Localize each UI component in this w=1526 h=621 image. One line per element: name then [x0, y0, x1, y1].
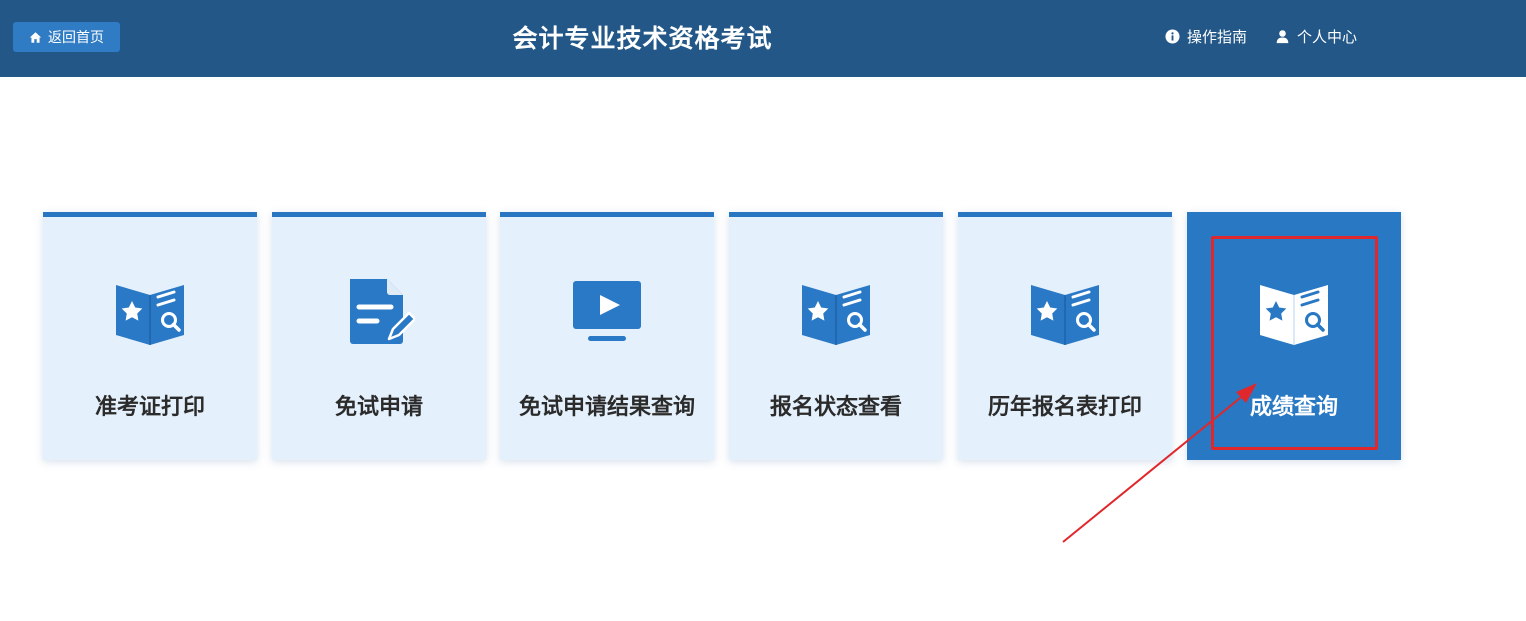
user-center-link[interactable]: 个人中心: [1275, 24, 1357, 48]
document-edit-icon: [350, 279, 415, 344]
card-label: 免试申请: [334, 395, 423, 420]
book-star-search-icon: [1031, 285, 1099, 345]
card-exemption-application[interactable]: 免试申请: [272, 212, 486, 460]
card-exemption-result-query[interactable]: 免试申请结果查询: [500, 212, 714, 460]
user-icon: [1276, 29, 1289, 43]
home-icon: [29, 31, 42, 43]
card-label: 报名状态查看: [769, 395, 902, 420]
card-label: 历年报名表打印: [987, 395, 1142, 420]
card-admission-ticket-print[interactable]: 准考证打印: [43, 212, 257, 460]
card-past-registration-print[interactable]: 历年报名表打印: [958, 212, 1172, 460]
card-label: 成绩查询: [1249, 395, 1338, 420]
book-star-search-icon: [1260, 285, 1328, 345]
page-title: 会计专业技术资格考试: [512, 24, 773, 53]
user-center-label: 个人中心: [1297, 27, 1358, 46]
guide-label: 操作指南: [1187, 27, 1248, 46]
card-label: 免试申请结果查询: [518, 395, 695, 420]
back-home-button[interactable]: 返回首页: [13, 22, 120, 52]
info-icon: [1165, 28, 1180, 44]
book-star-search-icon: [116, 285, 184, 345]
book-star-search-icon: [802, 285, 870, 345]
back-home-label: 返回首页: [48, 30, 104, 46]
card-registration-status[interactable]: 报名状态查看: [729, 212, 943, 460]
monitor-play-icon: [573, 281, 641, 341]
guide-link[interactable]: 操作指南: [1165, 24, 1247, 48]
top-header: 返回首页 会计专业技术资格考试 操作指南 个人中心: [0, 0, 1526, 77]
card-score-query[interactable]: 成绩查询: [1187, 212, 1401, 460]
card-label: 准考证打印: [94, 395, 205, 420]
